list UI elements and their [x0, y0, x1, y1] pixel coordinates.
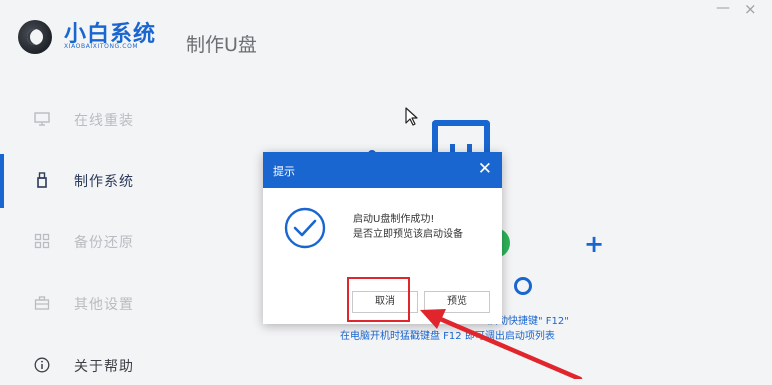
grid-icon	[34, 233, 50, 249]
page-title: 制作U盘	[186, 34, 257, 56]
dialog-message-line2: 是否立即预览该启动设备	[353, 229, 463, 240]
usb-icon	[34, 172, 50, 188]
briefcase-icon	[34, 295, 50, 311]
dialog-message-line1: 启动U盘制作成功!	[353, 214, 435, 225]
sidebar-item-label: 其他设置	[74, 297, 134, 313]
dialog-header: 提示 ✕	[263, 152, 502, 188]
window-close-button[interactable]: ×	[744, 0, 757, 18]
brand-logo-icon	[18, 20, 52, 54]
sidebar-item-label: 在线重装	[74, 113, 134, 129]
info-icon	[34, 357, 50, 373]
ring-icon	[514, 277, 532, 295]
success-check-icon	[284, 207, 326, 249]
sidebar-item-about-help[interactable]: 关于帮助	[0, 345, 190, 385]
sidebar-item-other-settings[interactable]: 其他设置	[0, 283, 190, 323]
sidebar: 在线重装 制作系统 备份还原 其他设置 关于帮助	[0, 82, 190, 379]
sidebar-item-label: 备份还原	[74, 235, 134, 251]
sidebar-item-backup-restore[interactable]: 备份还原	[0, 221, 190, 261]
mouse-cursor-icon	[405, 107, 418, 126]
sidebar-item-label: 关于帮助	[74, 359, 134, 375]
sidebar-item-online-reinstall[interactable]: 在线重装	[0, 99, 190, 139]
app-header: 小白系统 XIAOBAIXITONG.COM 制作U盘 — ×	[0, 0, 772, 82]
brand-domain: XIAOBAIXITONG.COM	[64, 43, 139, 50]
minimize-button[interactable]: —	[716, 0, 730, 16]
monitor-icon	[34, 111, 50, 127]
preview-button[interactable]: 预览	[424, 291, 490, 313]
sidebar-item-label: 制作系统	[74, 174, 134, 190]
highlight-box	[347, 277, 410, 322]
plus-icon: +	[584, 230, 605, 258]
dialog-close-button[interactable]: ✕	[478, 159, 492, 179]
boot-instruction-hint: 在电脑开机时猛戳键盘 F12 即可调出启动项列表	[340, 331, 555, 342]
sidebar-item-make-system[interactable]: 制作系统	[0, 160, 190, 200]
dialog-title: 提示	[273, 165, 295, 178]
